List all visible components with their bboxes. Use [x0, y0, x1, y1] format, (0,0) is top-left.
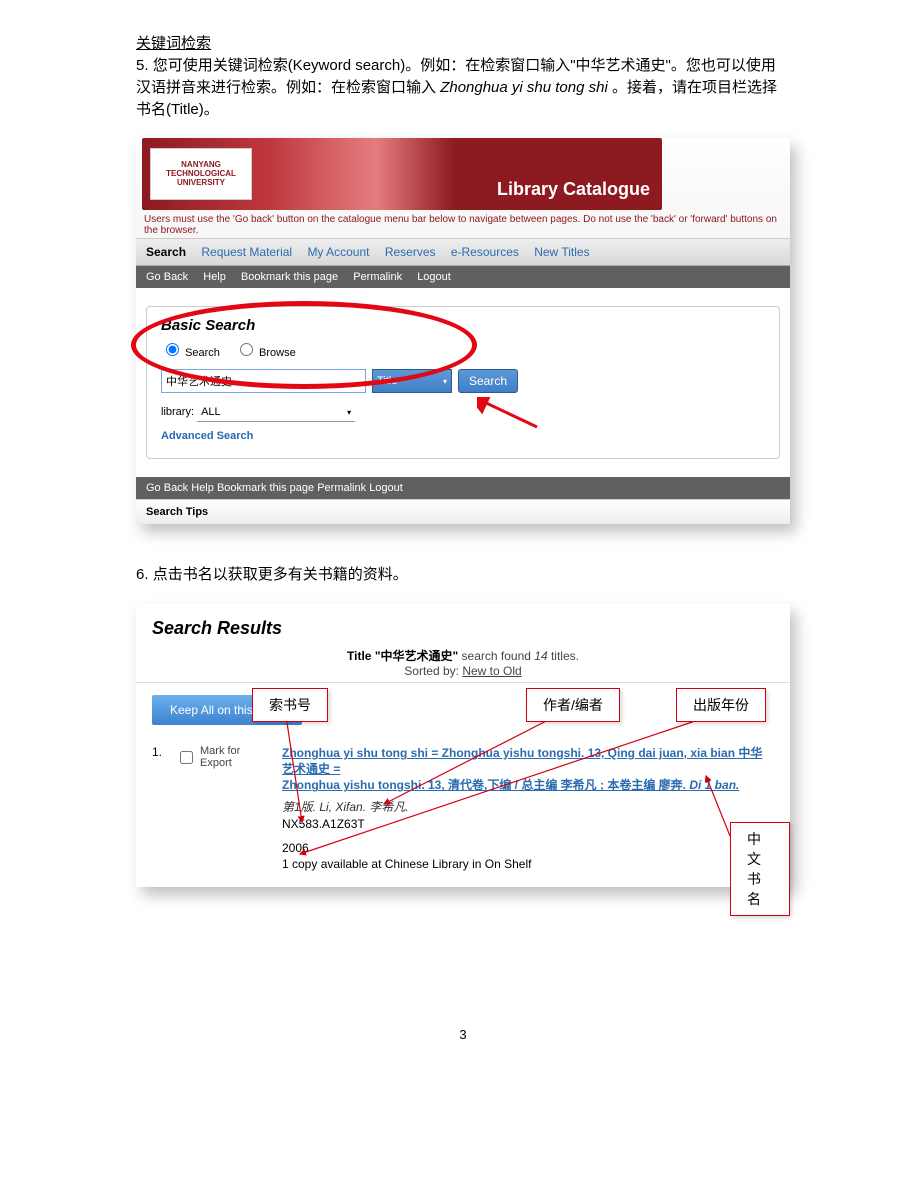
paragraph-5: 5. 您可使用关键词检索(Keyword search)。例如：在检索窗口输入"…: [136, 55, 790, 120]
advanced-search-link[interactable]: Advanced Search: [161, 430, 765, 442]
title-line1: Zhonghua yi shu tong shi = Zhonghua yish…: [282, 746, 762, 776]
subnav-permalink[interactable]: Permalink: [353, 271, 402, 283]
catalogue-banner: NANYANG TECHNOLOGICAL UNIVERSITY Library…: [142, 138, 662, 210]
footnav-permalink[interactable]: Permalink: [317, 482, 366, 494]
subnav-logout[interactable]: Logout: [417, 271, 451, 283]
callout-year: 出版年份: [676, 688, 766, 722]
catalogue-screenshot: NANYANG TECHNOLOGICAL UNIVERSITY Library…: [136, 138, 790, 524]
result-year: 2006: [282, 841, 774, 855]
search-button[interactable]: Search: [458, 369, 518, 393]
basic-search-panel: Basic Search Search Browse Title ▾ Searc…: [146, 306, 780, 459]
results-screenshot: Search Results Title "中华艺术通史" search fou…: [136, 604, 790, 887]
title-line2a: Zhonghua yishu tongshi. 13, 清代卷,下编 / 总主编…: [282, 778, 689, 792]
mark-checkbox[interactable]: [180, 751, 193, 764]
field-select[interactable]: Title ▾: [372, 369, 452, 393]
para6-num: 6.: [136, 566, 149, 583]
catalogue-footer-nav: Go Back Help Bookmark this page Permalin…: [136, 477, 790, 499]
basic-search-title: Basic Search: [161, 317, 765, 334]
results-heading: Search Results: [136, 604, 790, 645]
library-label: library:: [161, 406, 194, 418]
result-availability: 1 copy available at Chinese Library in O…: [282, 857, 774, 871]
tab-search[interactable]: Search: [146, 245, 186, 259]
result-num: 1.: [152, 745, 166, 759]
result-callnumber: NX583.A1Z63T: [282, 817, 774, 831]
footnav-help[interactable]: Help: [191, 482, 214, 494]
summary-count: 14: [534, 649, 547, 663]
callout-author: 作者/编者: [526, 688, 620, 722]
result-item-1: 1. Mark for Export Zhonghua yi shu tong …: [136, 737, 790, 871]
catalogue-tabs: Search Request Material My Account Reser…: [136, 238, 790, 266]
title-line2b: Di 1 ban.: [689, 778, 739, 792]
para5-num: 5.: [136, 57, 149, 74]
library-row: library: ALL ▾: [161, 403, 765, 422]
callout-callnumber: 索书号: [252, 688, 328, 722]
subnav-help[interactable]: Help: [203, 271, 226, 283]
catalogue-notice: Users must use the 'Go back' button on t…: [136, 210, 790, 238]
paragraph-6: 6. 点击书名以获取更多有关书籍的资料。: [136, 564, 790, 586]
results-summary: Title "中华艺术通史" search found 14 titles. S…: [136, 645, 790, 683]
footnav-logout[interactable]: Logout: [369, 482, 403, 494]
tab-account[interactable]: My Account: [307, 245, 369, 259]
chevron-down-icon: ▾: [443, 377, 447, 386]
search-tips-bar[interactable]: Search Tips: [136, 499, 790, 524]
footnav-bookmark[interactable]: Bookmark this page: [217, 482, 314, 494]
page-number: 3: [136, 1027, 790, 1042]
sorted-by-label: Sorted by:: [404, 664, 462, 678]
tab-reserves[interactable]: Reserves: [385, 245, 436, 259]
result-author: 第1版. Li, Xifan. 李希凡.: [282, 798, 774, 815]
radio-search[interactable]: Search: [161, 347, 220, 359]
summary-suffix: titles.: [548, 649, 579, 663]
ntu-logo: NANYANG TECHNOLOGICAL UNIVERSITY: [150, 148, 252, 200]
para5-pinyin: Zhonghua yi shu tong shi: [440, 79, 608, 96]
chevron-down-icon: ▾: [347, 408, 351, 417]
mark-for-export[interactable]: Mark for Export: [176, 745, 272, 769]
mark-label: Mark for Export: [200, 745, 272, 769]
callout-cn-title: 中文书名: [730, 822, 790, 916]
subnav-bookmark[interactable]: Bookmark this page: [241, 271, 338, 283]
para6-text: 点击书名以获取更多有关书籍的资料。: [153, 566, 408, 583]
summary-prefix: Title: [347, 649, 375, 663]
catalogue-subnav: Go Back Help Bookmark this page Permalin…: [136, 266, 790, 288]
library-select[interactable]: ALL ▾: [197, 403, 355, 422]
tab-eresources[interactable]: e-Resources: [451, 245, 519, 259]
summary-mid: search found: [458, 649, 534, 663]
tab-request[interactable]: Request Material: [201, 245, 292, 259]
sorted-by-link[interactable]: New to Old: [462, 664, 521, 678]
tab-newtitles[interactable]: New Titles: [534, 245, 589, 259]
field-select-value: Title: [377, 375, 397, 387]
catalogue-title: Library Catalogue: [497, 179, 650, 200]
summary-term: "中华艺术通史": [375, 649, 458, 663]
footnav-goback[interactable]: Go Back: [146, 482, 188, 494]
section-title: 关键词检索: [136, 32, 790, 53]
result-title-link[interactable]: Zhonghua yi shu tong shi = Zhonghua yish…: [282, 745, 774, 794]
subnav-goback[interactable]: Go Back: [146, 271, 188, 283]
library-select-value: ALL: [201, 406, 221, 418]
search-input[interactable]: [161, 369, 366, 393]
search-mode-row: Search Browse: [161, 340, 765, 359]
radio-browse[interactable]: Browse: [235, 347, 296, 359]
